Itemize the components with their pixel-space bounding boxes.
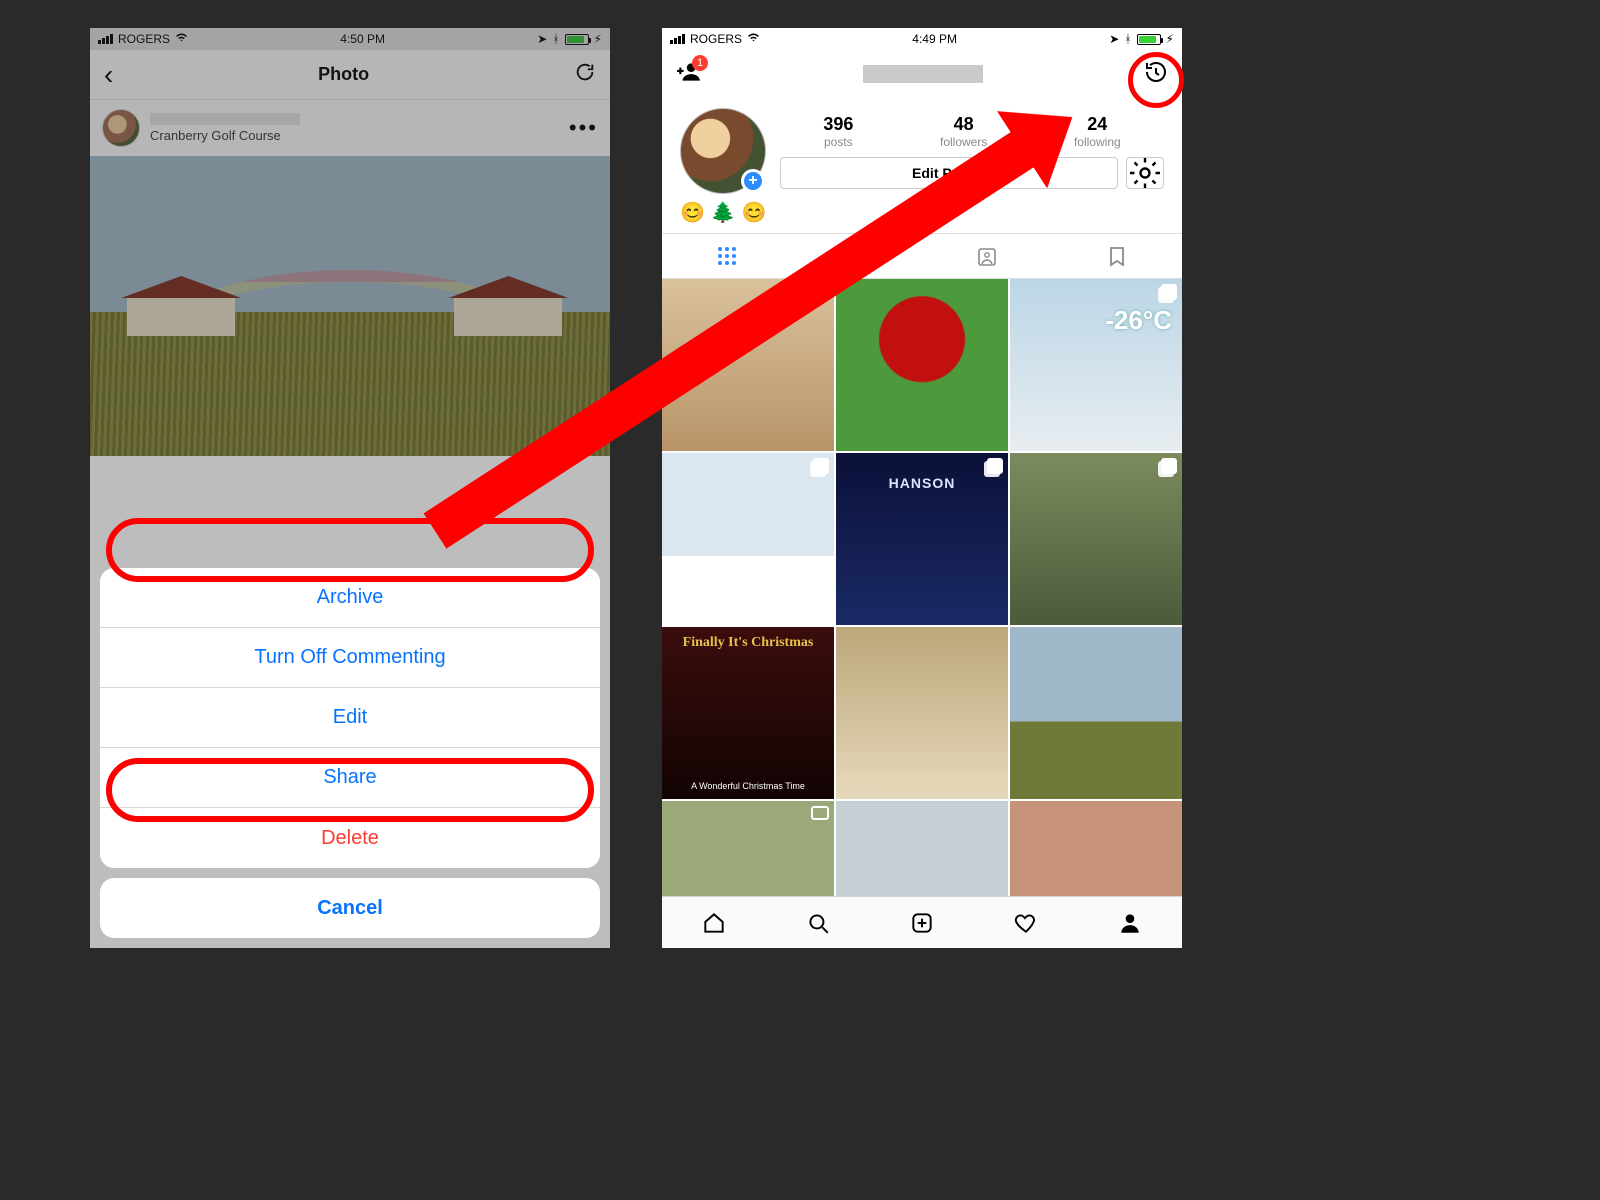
add-story-icon[interactable]: + <box>741 169 765 193</box>
overlay-text: -26°C <box>1105 305 1172 336</box>
bluetooth-icon: ᚼ <box>1124 32 1131 46</box>
nav-activity[interactable] <box>974 897 1078 948</box>
phone-left: ROGERS 4:50 PM ➤ ᚼ ⚡︎ ‹ Photo Cranberry … <box>90 28 610 948</box>
tab-list[interactable] <box>792 234 922 278</box>
profile-top-bar: 1 <box>662 50 1182 98</box>
action-delete[interactable]: Delete <box>100 808 600 868</box>
multi-photo-icon <box>1161 458 1177 474</box>
phone-right: ROGERS 4:49 PM ➤ ᚼ ⚡︎ 1 + 3 <box>662 28 1182 948</box>
grid-cell[interactable] <box>836 279 1008 451</box>
overlay-text: A Wonderful Christmas Time <box>662 781 834 791</box>
grid-cell[interactable]: Finally It's Christmas A Wonderful Chris… <box>662 627 834 799</box>
carrier-label: ROGERS <box>690 32 742 46</box>
grid-cell[interactable]: HANSON <box>836 453 1008 625</box>
story-highlights[interactable]: 😊🌲😊 <box>662 198 1182 233</box>
profile-username[interactable] <box>863 65 983 83</box>
action-turn-off-commenting[interactable]: Turn Off Commenting <box>100 628 600 688</box>
overlay-text: HANSON <box>836 475 1008 491</box>
wifi-icon <box>747 31 760 47</box>
action-sheet: Archive Turn Off Commenting Edit Share D… <box>100 568 600 938</box>
post-grid: -26°C HANSON Finally It's Christmas A Wo… <box>662 279 1182 948</box>
multi-photo-icon <box>1161 284 1177 300</box>
stat-followers[interactable]: 48 followers <box>940 114 987 149</box>
action-edit[interactable]: Edit <box>100 688 600 748</box>
grid-cell[interactable] <box>1010 453 1182 625</box>
stat-following[interactable]: 24 following <box>1074 114 1121 149</box>
nav-profile[interactable] <box>1078 897 1182 948</box>
archive-history-icon[interactable] <box>1144 60 1168 89</box>
action-cancel[interactable]: Cancel <box>100 878 600 938</box>
action-share[interactable]: Share <box>100 748 600 808</box>
location-arrow-icon: ➤ <box>1109 32 1119 46</box>
overlay-text: Finally It's Christmas <box>662 635 834 651</box>
multi-photo-icon <box>813 284 829 300</box>
grid-cell[interactable] <box>1010 627 1182 799</box>
tab-saved[interactable] <box>1052 234 1182 278</box>
profile-view-tabs <box>662 233 1182 279</box>
multi-photo-icon <box>987 458 1003 474</box>
action-archive[interactable]: Archive <box>100 568 600 628</box>
profile-avatar[interactable]: + <box>680 108 766 194</box>
settings-button[interactable] <box>1126 157 1164 189</box>
nav-home[interactable] <box>662 897 766 948</box>
bottom-nav <box>662 896 1182 948</box>
grid-cell[interactable] <box>836 627 1008 799</box>
status-bar: ROGERS 4:49 PM ➤ ᚼ ⚡︎ <box>662 28 1182 50</box>
stat-posts[interactable]: 396 posts <box>823 114 853 149</box>
nav-search[interactable] <box>766 897 870 948</box>
grid-cell[interactable]: -26°C <box>1010 279 1182 451</box>
edit-profile-button[interactable]: Edit Profile <box>780 157 1118 189</box>
charging-icon: ⚡︎ <box>1166 32 1174 46</box>
grid-cell[interactable] <box>662 279 834 451</box>
tab-tagged[interactable] <box>922 234 1052 278</box>
tab-grid[interactable] <box>662 234 792 278</box>
nav-new-post[interactable] <box>870 897 974 948</box>
discover-people-button[interactable]: 1 <box>676 59 702 90</box>
notification-badge: 1 <box>692 55 708 71</box>
multi-photo-icon <box>813 458 829 474</box>
camera-icon <box>811 806 829 820</box>
signal-icon <box>670 34 685 44</box>
profile-info: + 396 posts 48 followers 24 following Ed… <box>662 98 1182 198</box>
battery-icon <box>1137 34 1161 45</box>
grid-cell[interactable] <box>662 453 834 625</box>
clock: 4:49 PM <box>912 32 957 46</box>
